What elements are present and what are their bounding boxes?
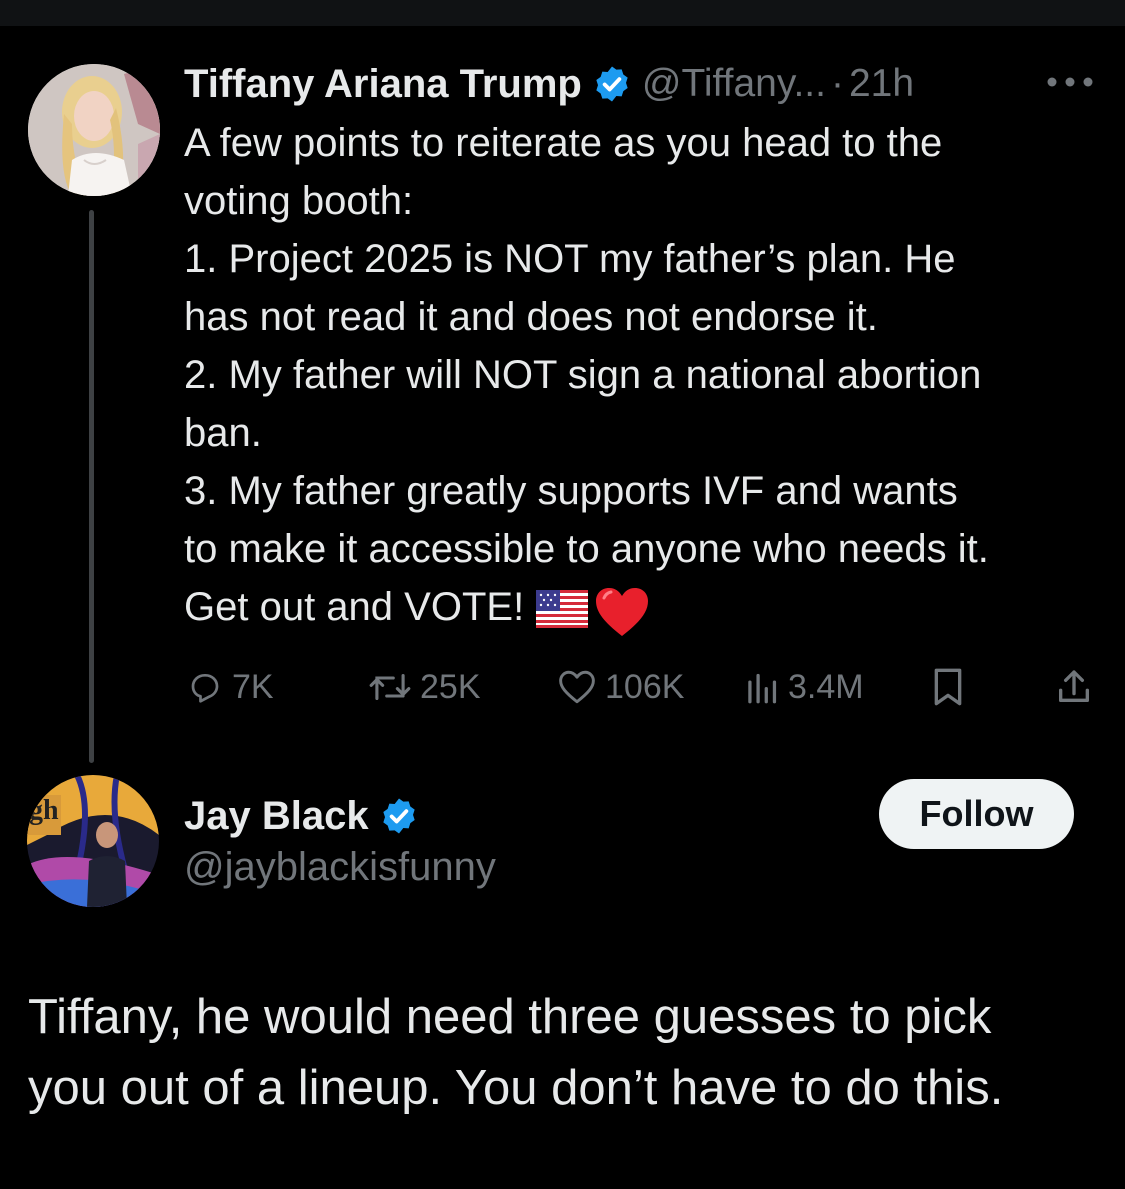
reply-text-line: you out of a lineup. You don’t have to d… [28,1061,1004,1115]
share-button[interactable] [1055,662,1093,712]
reply-text-line: Tiffany, he would need three guesses to … [28,990,992,1044]
author-name[interactable]: Jay Black [184,794,369,839]
avatar-photo: gh [27,775,159,907]
follow-button[interactable]: Follow [879,779,1074,849]
tweet-text-line: ban. [184,411,262,455]
author-name[interactable]: Tiffany Ariana Trump [184,62,582,107]
tweet-text-line: A few points to reiterate as you head to… [184,121,943,165]
reply-author-row: Jay Black [184,790,419,842]
like-heart-icon [559,670,595,704]
tweet-text-line: 3. My father greatly supports IVF and wa… [184,469,958,513]
tweet-text: A few points to reiterate as you head to… [184,114,1104,638]
tweet-text-last-line: Get out and VOTE! [184,578,1104,638]
reply-button[interactable]: 7K [186,662,274,712]
author-handle[interactable]: @jayblackisfunny [184,845,496,890]
tweet-actions-bar: 7K 25K 106K 3.4M [0,662,1125,712]
reply-icon [191,673,219,703]
status-bar [0,0,1125,26]
tweet-header: Tiffany Ariana Trump @Tiffany... · 21h [184,58,1004,110]
like-count: 106K [605,667,685,706]
share-icon [1059,670,1090,702]
view-count: 3.4M [788,667,864,706]
author-handle[interactable]: @Tiffany... [642,62,826,106]
tweet-text-line: has not read it and does not endorse it. [184,295,878,339]
tweet-text-line: Get out and VOTE! [184,585,525,629]
views-button[interactable]: 3.4M [746,662,864,712]
bookmark-icon [934,668,962,706]
verified-badge-icon [382,798,415,834]
repost-button[interactable]: 25K [368,662,481,712]
tweet-text-line: to make it accessible to anyone who need… [184,527,989,571]
tweet-text-line: 2. My father will NOT sign a national ab… [184,353,982,397]
avatar[interactable] [28,64,160,196]
repost-count: 25K [420,667,481,706]
avatar[interactable]: gh [27,775,159,907]
bookmark-button[interactable] [930,662,966,712]
timestamp[interactable]: 21h [849,62,914,106]
reply-count: 7K [232,667,274,706]
like-button[interactable]: 106K [557,662,684,712]
separator-dot: · [830,62,844,105]
verified-badge-icon [596,66,628,102]
red-heart-emoji [596,588,649,636]
avatar-photo [28,64,160,196]
more-options-icon[interactable] [1046,72,1094,92]
svg-text:gh: gh [29,795,59,826]
repost-icon [369,673,411,701]
tweet-text-line: 1. Project 2025 is NOT my father’s plan.… [184,237,956,281]
reply-text: Tiffany, he would need three guesses to … [28,982,1098,1124]
views-bar-chart-icon [748,673,777,704]
us-flag-emoji [536,590,589,628]
tweet-text-line: voting booth: [184,179,414,223]
